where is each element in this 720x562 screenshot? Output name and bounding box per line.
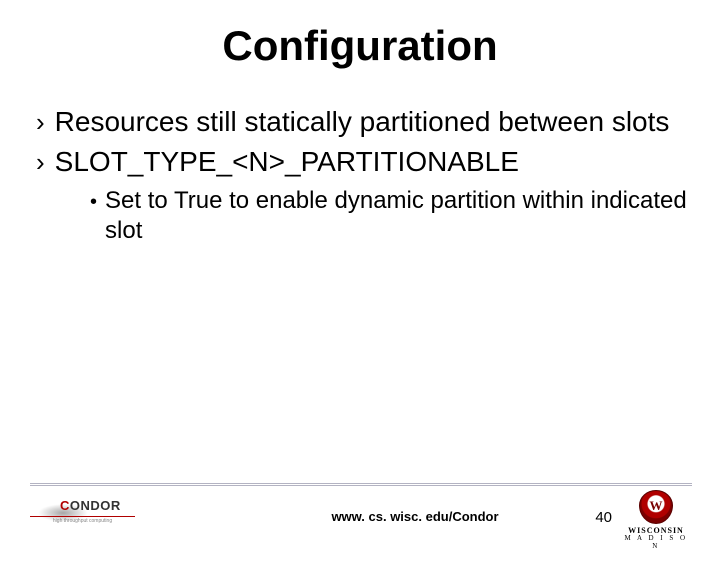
bullet-1: › Resources still statically partitioned… xyxy=(36,104,690,140)
bullet-2-1: • Set to True to enable dynamic partitio… xyxy=(90,186,690,246)
page-number: 40 xyxy=(595,509,612,526)
bullet-2-1-text: Set to True to enable dynamic partition … xyxy=(105,186,690,246)
chevron-right-icon: › xyxy=(36,106,45,138)
slide-title: Configuration xyxy=(0,22,720,70)
footer-divider xyxy=(30,483,692,486)
footer-url: www. cs. wisc. edu/Condor xyxy=(0,509,720,524)
slide-content: › Resources still statically partitioned… xyxy=(0,104,720,246)
dot-icon: • xyxy=(90,188,97,216)
uw-crest-icon xyxy=(639,490,673,524)
uw-text-line2: M A D I S O N xyxy=(620,534,692,550)
uw-logo: WISCONSIN M A D I S O N xyxy=(620,490,692,542)
bullet-2-text: SLOT_TYPE_<N>_PARTITIONABLE xyxy=(55,144,519,180)
chevron-right-icon: › xyxy=(36,146,45,178)
bullet-2: › SLOT_TYPE_<N>_PARTITIONABLE xyxy=(36,144,690,180)
bullet-1-text: Resources still statically partitioned b… xyxy=(55,104,670,140)
